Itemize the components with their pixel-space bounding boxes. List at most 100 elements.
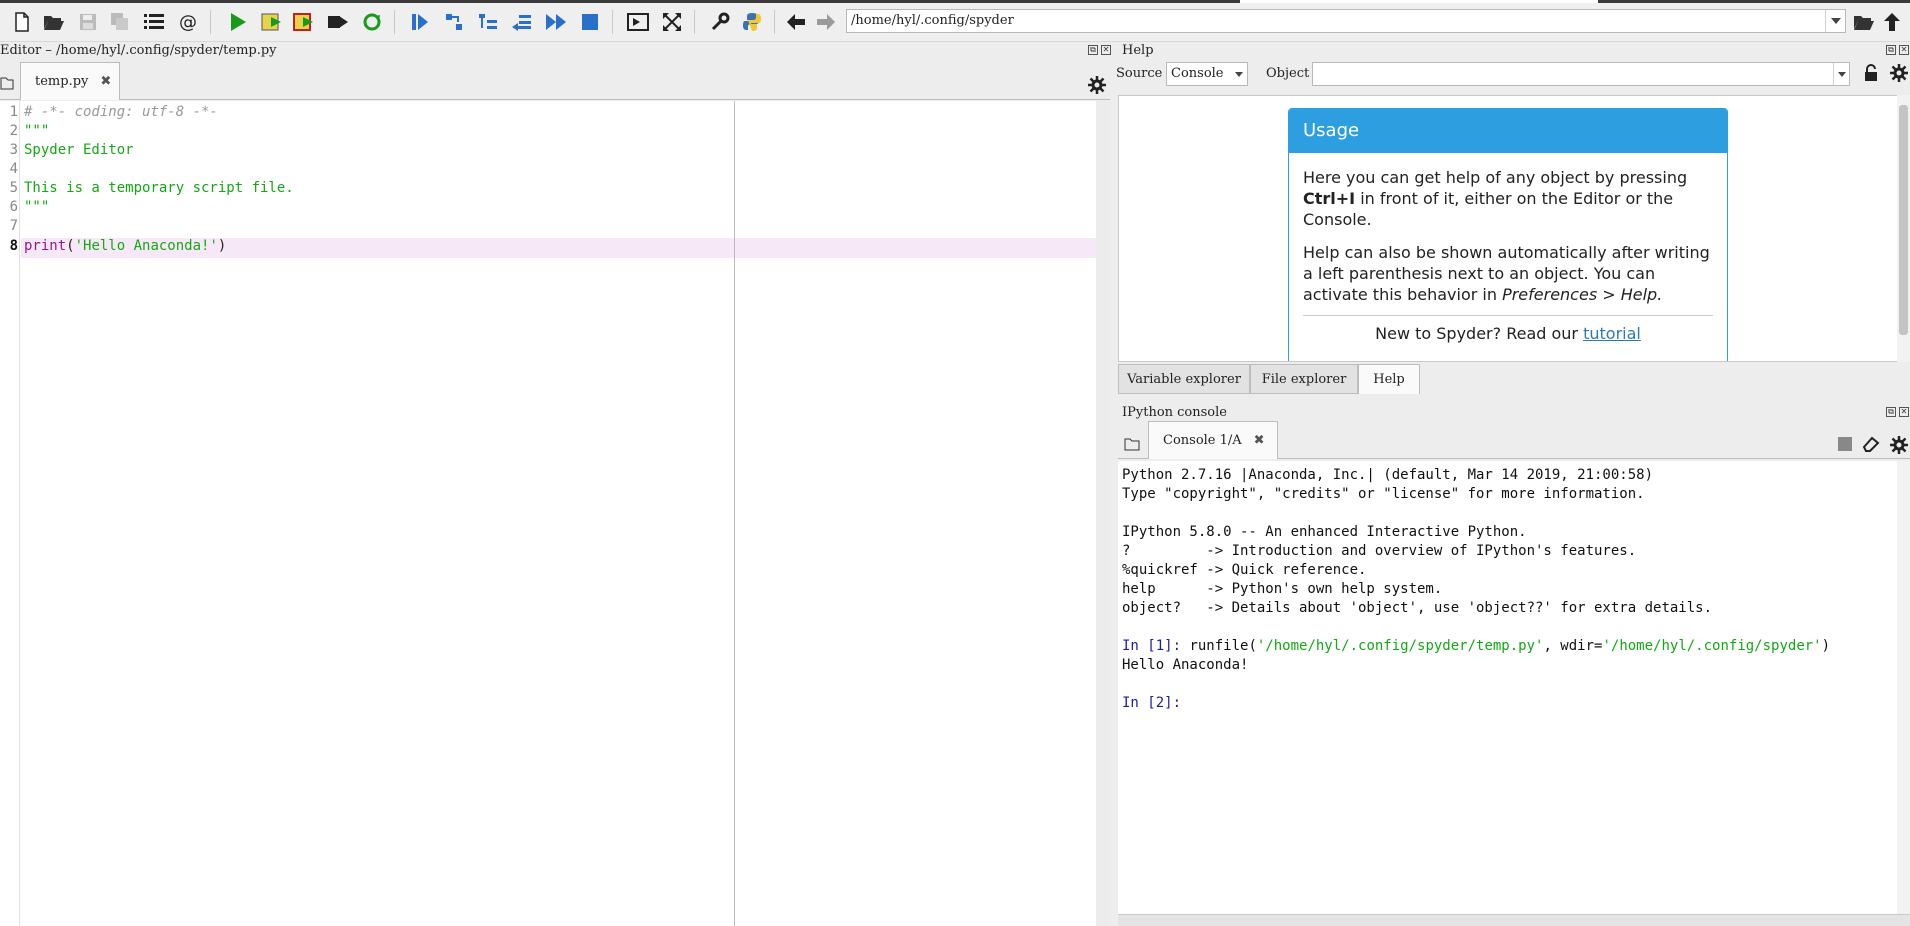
console-banner-line: IPython 5.8.0 -- An enhanced Interactive… bbox=[1122, 524, 1527, 540]
tutorial-link[interactable]: tutorial bbox=[1583, 324, 1641, 343]
help-content: Usage Here you can get help of any objec… bbox=[1118, 95, 1898, 362]
line-number: 8 bbox=[9, 238, 18, 254]
editor-tab-temp-py[interactable]: temp.py ✖ bbox=[20, 62, 120, 100]
help-pane-buttons: ⧉ ✕ bbox=[1886, 45, 1909, 55]
editor-tab-label: temp.py bbox=[35, 74, 89, 89]
console-pane-buttons: ⧉ ✕ bbox=[1886, 407, 1909, 417]
line-number: 7 bbox=[9, 218, 18, 234]
gear-icon[interactable] bbox=[1890, 64, 1908, 86]
console-tab-label: Console 1/A bbox=[1163, 433, 1242, 448]
tab-help[interactable]: Help bbox=[1358, 364, 1420, 394]
maximize-pane-icon[interactable] bbox=[626, 10, 650, 34]
input-prompt: In [1]: bbox=[1122, 638, 1190, 654]
close-tab-icon[interactable]: ✖ bbox=[100, 74, 111, 89]
help-scrollbar[interactable] bbox=[1897, 95, 1910, 362]
source-select[interactable]: Console bbox=[1166, 62, 1248, 86]
new-file-icon[interactable] bbox=[10, 10, 34, 34]
run-cell-advance-icon[interactable] bbox=[292, 10, 316, 34]
stop-debug-icon[interactable] bbox=[578, 10, 602, 34]
console-tab-1a[interactable]: Console 1/A ✖ bbox=[1148, 421, 1278, 459]
stop-kernel-icon[interactable] bbox=[1838, 437, 1852, 451]
outline-icon[interactable] bbox=[142, 10, 166, 34]
browse-tabs-icon[interactable] bbox=[1124, 437, 1140, 455]
run-selection-icon[interactable] bbox=[326, 10, 350, 34]
browse-folder-icon[interactable] bbox=[1852, 10, 1876, 34]
step-into-icon[interactable] bbox=[476, 10, 500, 34]
code-line-docstring: This is a temporary script file. bbox=[24, 180, 294, 196]
paren-open: ( bbox=[66, 238, 75, 254]
chevron-down-icon[interactable] bbox=[1833, 63, 1849, 85]
fullscreen-icon[interactable] bbox=[660, 10, 684, 34]
code-line-docstring: Spyder Editor bbox=[24, 142, 134, 158]
close-tab-icon[interactable]: ✖ bbox=[1254, 433, 1265, 448]
code-line-comment: # -*- coding: utf-8 -*- bbox=[24, 104, 218, 120]
eraser-icon[interactable] bbox=[1862, 436, 1880, 456]
code-line-docstring: """ bbox=[24, 123, 50, 139]
window-top-border bbox=[0, 0, 1240, 3]
open-file-icon[interactable] bbox=[42, 10, 66, 34]
console-input-1: In [1]: runfile('/home/hyl/.config/spyde… bbox=[1122, 638, 1830, 654]
continue-icon[interactable] bbox=[544, 10, 568, 34]
paren-close: ) bbox=[1821, 638, 1831, 654]
browse-tabs-icon[interactable] bbox=[0, 76, 14, 94]
save-all-icon[interactable] bbox=[108, 10, 132, 34]
undock-icon[interactable]: ⧉ bbox=[1886, 45, 1896, 55]
console-banner-line: %quickref -> Quick reference. bbox=[1122, 562, 1367, 578]
chevron-down-icon[interactable] bbox=[1231, 63, 1247, 85]
wrench-preferences-icon[interactable] bbox=[708, 10, 732, 34]
run-icon[interactable] bbox=[226, 10, 250, 34]
help-toolbar: Source Console Object bbox=[1116, 62, 1910, 92]
chevron-down-icon[interactable] bbox=[1825, 10, 1845, 32]
tab-variable-explorer[interactable]: Variable explorer bbox=[1118, 364, 1250, 394]
parent-dir-arrow-icon[interactable] bbox=[1880, 10, 1904, 34]
console-banner-line: object? -> Details about 'object', use '… bbox=[1122, 600, 1713, 616]
kwarg-text: , wdir= bbox=[1543, 638, 1603, 654]
editor-tab-bar: temp.py ✖ bbox=[0, 62, 1110, 100]
usage-title: Usage bbox=[1289, 109, 1727, 153]
tab-file-explorer[interactable]: File explorer bbox=[1250, 364, 1358, 394]
close-pane-icon[interactable]: ✕ bbox=[1101, 45, 1111, 55]
editor-pane-buttons: ⧉ ✕ bbox=[1088, 45, 1111, 55]
console-input-2[interactable]: In [2]: bbox=[1122, 695, 1189, 711]
keyword-print: print bbox=[24, 238, 67, 254]
step-return-icon[interactable] bbox=[510, 10, 534, 34]
toolbar-separator bbox=[394, 10, 395, 34]
object-input[interactable] bbox=[1312, 62, 1850, 86]
console-pane-title: IPython console bbox=[1122, 405, 1227, 420]
console-scrollbar[interactable] bbox=[1897, 461, 1910, 914]
at-sign-icon[interactable]: @ bbox=[176, 10, 200, 34]
object-label: Object bbox=[1266, 66, 1310, 81]
save-file-icon[interactable] bbox=[76, 10, 100, 34]
back-arrow-icon[interactable] bbox=[784, 10, 808, 34]
console-tab-bar: Console 1/A ✖ bbox=[1118, 421, 1910, 459]
forward-arrow-icon[interactable] bbox=[814, 10, 838, 34]
scrollbar-thumb[interactable] bbox=[1899, 105, 1908, 335]
editor-scrollbar[interactable] bbox=[1096, 101, 1110, 926]
python-path-icon[interactable] bbox=[740, 10, 764, 34]
gear-icon[interactable] bbox=[1890, 436, 1908, 458]
console-banner-line: help -> Python's own help system. bbox=[1122, 581, 1443, 597]
working-directory-text: /home/hyl/.config/spyder bbox=[851, 13, 1014, 28]
main-toolbar: @ /home/hyl/.config/spyder bbox=[0, 0, 1910, 42]
lock-icon[interactable] bbox=[1864, 64, 1878, 86]
close-pane-icon[interactable]: ✕ bbox=[1899, 407, 1909, 417]
string-literal: '/home/hyl/.config/spyder' bbox=[1602, 638, 1822, 654]
gear-icon[interactable] bbox=[1088, 76, 1106, 98]
rerun-icon[interactable] bbox=[360, 10, 384, 34]
step-icon[interactable] bbox=[442, 10, 466, 34]
console-banner-line: ? -> Introduction and overview of IPytho… bbox=[1122, 543, 1637, 559]
line-number: 1 bbox=[9, 104, 18, 120]
divider bbox=[1303, 315, 1713, 316]
code-editor[interactable]: 1 2 3 4 5 6 7 8 # -*- coding: utf-8 -*- … bbox=[0, 101, 1096, 926]
undock-icon[interactable]: ⧉ bbox=[1886, 407, 1896, 417]
run-cell-icon[interactable] bbox=[260, 10, 284, 34]
debug-icon[interactable] bbox=[408, 10, 432, 34]
close-pane-icon[interactable]: ✕ bbox=[1899, 45, 1909, 55]
line-number: 5 bbox=[9, 180, 18, 196]
usage-text: in front of it, either on the Editor or … bbox=[1303, 189, 1674, 229]
undock-icon[interactable]: ⧉ bbox=[1088, 45, 1098, 55]
working-directory-combo[interactable]: /home/hyl/.config/spyder bbox=[846, 9, 1846, 33]
help-pane-title: Help bbox=[1122, 43, 1154, 58]
ipython-console[interactable]: Python 2.7.16 |Anaconda, Inc.| (default,… bbox=[1118, 461, 1898, 914]
console-banner-line: Python 2.7.16 |Anaconda, Inc.| (default,… bbox=[1122, 467, 1654, 483]
